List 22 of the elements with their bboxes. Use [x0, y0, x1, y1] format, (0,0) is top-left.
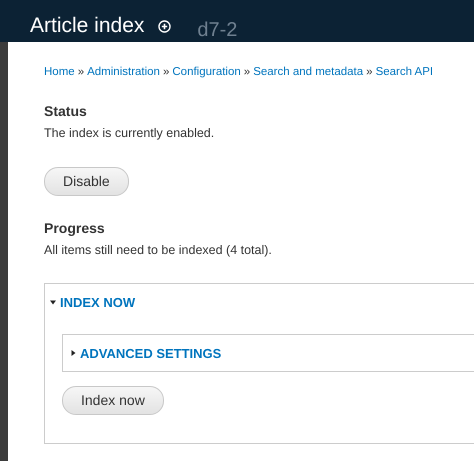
breadcrumb-separator: » [78, 66, 84, 78]
section-heading: Status [44, 103, 88, 120]
breadcrumb-link[interactable]: Configuration [172, 66, 241, 78]
breadcrumb-separator: » [162, 66, 170, 78]
caret-right-icon [69, 349, 77, 358]
breadcrumb-link[interactable]: Search and metadata [253, 66, 364, 78]
breadcrumb-separator: » [244, 66, 250, 78]
breadcrumb-separator: » [366, 66, 373, 78]
index-now-button[interactable]: Index now [62, 386, 164, 416]
caret-down-icon [49, 298, 57, 306]
section-text: The index is currently enabled. [44, 125, 216, 142]
fieldset-toggle[interactable]: INDEX NOW [49, 292, 136, 312]
fieldset-toggle[interactable]: ADVANCED SETTINGS [69, 344, 222, 364]
breadcrumb-link[interactable]: Search API [376, 66, 434, 78]
site-name: d7-2 [197, 20, 238, 40]
breadcrumb-link[interactable]: Administration [87, 66, 160, 78]
section-heading: Progress [44, 220, 106, 237]
section-text: All items still need to be indexed (4 total). [44, 242, 273, 259]
disable-button[interactable]: Disable [44, 166, 129, 196]
page-title: Article index [30, 15, 144, 36]
add-shortcut-icon[interactable] [158, 20, 172, 33]
breadcrumb-link[interactable]: Home [44, 66, 75, 78]
